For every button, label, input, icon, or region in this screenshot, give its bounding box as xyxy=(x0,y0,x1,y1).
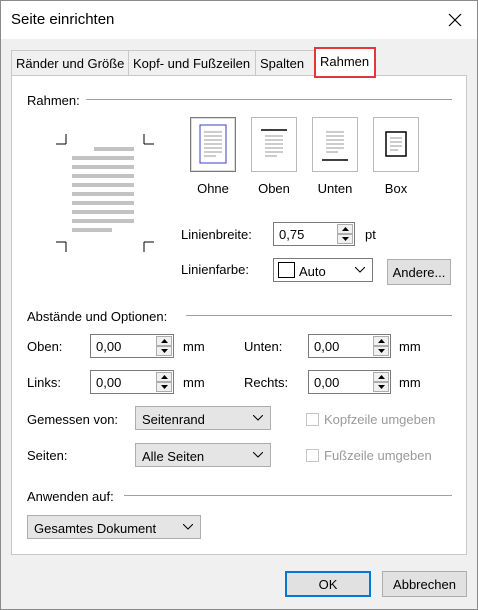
preset-ohne[interactable] xyxy=(190,117,236,172)
footer-surround-checkbox[interactable] xyxy=(306,449,319,462)
preset-oben[interactable] xyxy=(251,117,297,172)
chevron-down-icon xyxy=(183,524,193,530)
spin-down-button[interactable] xyxy=(373,346,389,356)
preset-unten[interactable] xyxy=(312,117,358,172)
divider xyxy=(86,99,452,100)
triangle-down-icon xyxy=(341,237,349,241)
triangle-up-icon xyxy=(160,375,168,379)
bottom-value[interactable]: 0,00 xyxy=(314,339,339,354)
preset-oben-label[interactable]: Oben xyxy=(244,181,304,196)
footer-surround-label: Fußzeile umgeben xyxy=(324,448,432,463)
line-width-unit: pt xyxy=(365,227,376,242)
chevron-down-icon xyxy=(253,415,263,421)
triangle-up-icon xyxy=(160,339,168,343)
top-unit: mm xyxy=(183,339,205,354)
color-swatch xyxy=(278,262,295,278)
cancel-button[interactable]: Abbrechen xyxy=(382,571,467,597)
border-top-icon xyxy=(261,129,287,157)
preset-box-label[interactable]: Box xyxy=(366,181,426,196)
bottom-label: Unten: xyxy=(244,339,283,354)
spin-down-button[interactable] xyxy=(337,234,353,244)
pages-label: Seiten: xyxy=(27,448,68,463)
header-surround-label: Kopfzeile umgeben xyxy=(324,412,436,427)
border-box-icon xyxy=(385,131,407,157)
left-unit: mm xyxy=(183,375,205,390)
section-options-label: Abstände und Optionen: xyxy=(27,309,168,324)
divider xyxy=(124,495,452,496)
triangle-down-icon xyxy=(377,385,385,389)
line-color-value: Auto xyxy=(299,264,326,279)
bottom-spinner[interactable]: 0,00 xyxy=(308,334,391,358)
header-surround-checkbox[interactable] xyxy=(306,413,319,426)
tab-rahmen[interactable]: Rahmen xyxy=(314,47,376,78)
spin-up-button[interactable] xyxy=(156,336,172,346)
apply-to-label: Anwenden auf: xyxy=(27,489,114,504)
tab-raender[interactable]: Ränder und Größe xyxy=(11,50,129,76)
line-color-dropdown[interactable]: Auto xyxy=(273,258,373,282)
section-rahmen-label: Rahmen: xyxy=(27,93,80,108)
left-spinner[interactable]: 0,00 xyxy=(90,370,174,394)
pages-dropdown[interactable]: Alle Seiten xyxy=(135,443,271,467)
line-width-label: Linienbreite: xyxy=(181,227,252,242)
measured-from-label: Gemessen von: xyxy=(27,412,119,427)
left-label: Links: xyxy=(27,375,61,390)
close-button[interactable] xyxy=(439,5,471,35)
triangle-up-icon xyxy=(377,375,385,379)
page-preview xyxy=(56,134,154,252)
spin-up-button[interactable] xyxy=(156,372,172,382)
spin-down-button[interactable] xyxy=(156,382,172,392)
spin-down-button[interactable] xyxy=(156,346,172,356)
spin-down-button[interactable] xyxy=(373,382,389,392)
triangle-up-icon xyxy=(341,227,349,231)
preset-box[interactable] xyxy=(373,117,419,172)
triangle-up-icon xyxy=(377,339,385,343)
close-icon xyxy=(448,13,462,27)
triangle-down-icon xyxy=(377,349,385,353)
top-value[interactable]: 0,00 xyxy=(96,339,121,354)
chevron-down-icon xyxy=(253,452,263,458)
spin-up-button[interactable] xyxy=(373,372,389,382)
spin-up-button[interactable] xyxy=(373,336,389,346)
window-title: Seite einrichten xyxy=(11,11,115,28)
right-label: Rechts: xyxy=(244,375,289,390)
measured-from-value: Seitenrand xyxy=(142,412,205,427)
andere-button[interactable]: Andere... xyxy=(387,259,451,285)
tab-kopf-fusszeilen[interactable]: Kopf- und Fußzeilen xyxy=(128,50,256,76)
line-width-value[interactable]: 0,75 xyxy=(279,227,304,242)
left-value[interactable]: 0,00 xyxy=(96,375,121,390)
triangle-down-icon xyxy=(160,385,168,389)
apply-to-value: Gesamtes Dokument xyxy=(34,521,157,536)
chevron-down-icon xyxy=(355,267,365,273)
border-bottom-icon xyxy=(322,131,348,161)
right-unit: mm xyxy=(399,375,421,390)
preset-ohne-label[interactable]: Ohne xyxy=(183,181,243,196)
right-value[interactable]: 0,00 xyxy=(314,375,339,390)
spin-up-button[interactable] xyxy=(337,224,353,234)
ok-button[interactable]: OK xyxy=(285,571,371,597)
line-color-label: Linienfarbe: xyxy=(181,262,249,277)
page-setup-dialog: Seite einrichten Ränder und Größe Kopf- … xyxy=(0,0,478,610)
top-spinner[interactable]: 0,00 xyxy=(90,334,174,358)
title-bar: Seite einrichten xyxy=(1,1,477,39)
apply-to-dropdown[interactable]: Gesamtes Dokument xyxy=(27,515,201,539)
tab-spalten[interactable]: Spalten xyxy=(255,50,315,76)
pages-value: Alle Seiten xyxy=(142,449,205,464)
line-width-spinner[interactable]: 0,75 xyxy=(273,222,355,246)
top-label: Oben: xyxy=(27,339,63,354)
preset-unten-label[interactable]: Unten xyxy=(305,181,365,196)
measured-from-dropdown[interactable]: Seitenrand xyxy=(135,406,271,430)
divider xyxy=(186,315,452,316)
right-spinner[interactable]: 0,00 xyxy=(308,370,391,394)
bottom-unit: mm xyxy=(399,339,421,354)
triangle-down-icon xyxy=(160,349,168,353)
rahmen-panel: Rahmen: Ohne Oben Unten Box Linienbreite… xyxy=(11,75,467,555)
border-none-icon xyxy=(199,124,227,164)
